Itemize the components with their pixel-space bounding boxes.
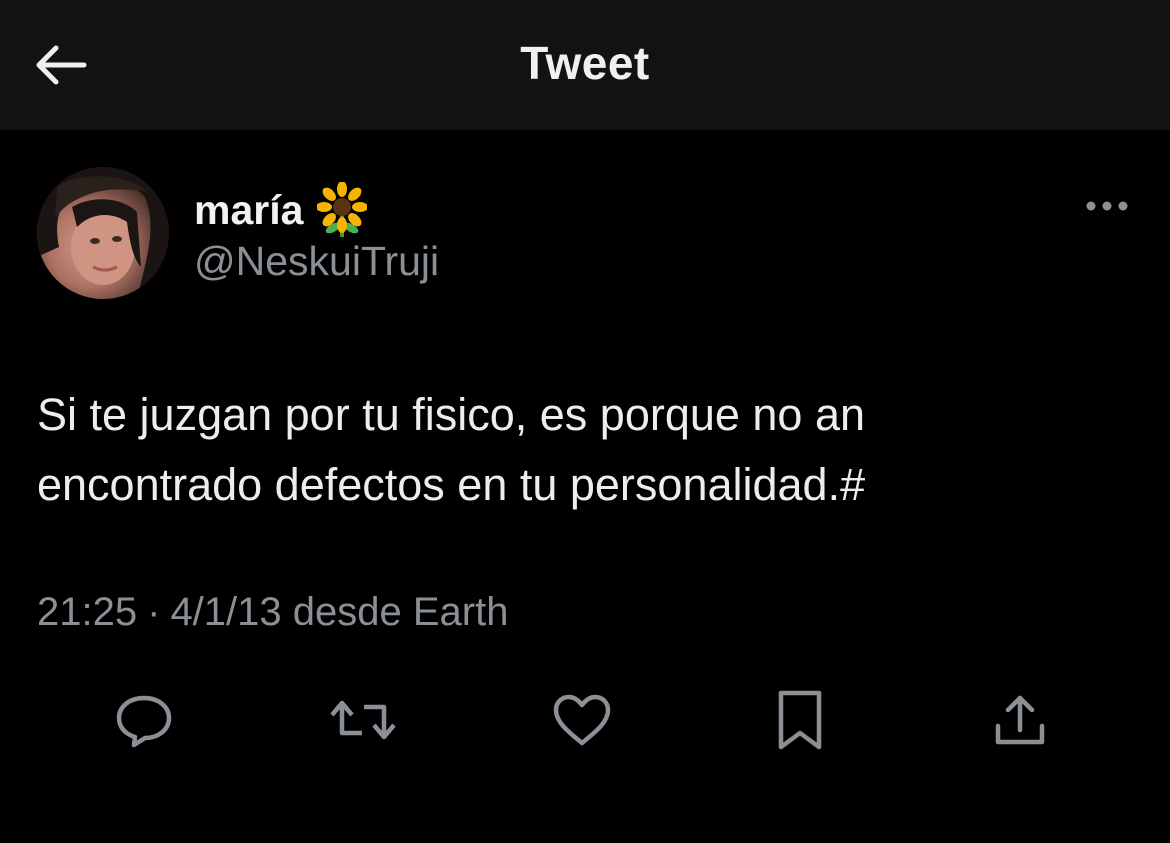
tweet-text: Si te juzgan por tu fisico, es porque no… <box>37 380 1137 520</box>
heart-icon <box>553 694 611 746</box>
tweet-metadata: 21:25 · 4/1/13 desde Earth <box>37 590 508 635</box>
avatar[interactable] <box>37 167 169 299</box>
share-button[interactable] <box>980 680 1060 760</box>
tweet-text-line-2: encontrado defectos en tu personalidad.# <box>37 459 866 510</box>
action-bar <box>0 680 1170 760</box>
tweet-text-line-1: Si te juzgan por tu fisico, es porque no… <box>37 389 866 440</box>
page-title: Tweet <box>520 37 650 89</box>
top-bar: Tweet <box>0 0 1170 130</box>
more-options-button[interactable] <box>1082 190 1132 222</box>
tweet-date-source[interactable]: 4/1/13 desde Earth <box>170 590 508 634</box>
bookmark-button[interactable] <box>760 680 840 760</box>
share-icon <box>995 695 1045 745</box>
retweet-button[interactable] <box>323 680 403 760</box>
sunflower-icon <box>317 182 368 237</box>
like-button[interactable] <box>542 680 622 760</box>
bookmark-icon <box>778 690 822 750</box>
retweet-icon <box>330 700 396 740</box>
more-dots-icon <box>1086 201 1128 211</box>
reply-icon <box>116 695 172 748</box>
meta-separator: · <box>147 590 161 634</box>
author-display-name[interactable]: maría <box>194 182 368 238</box>
author-name-text: maría <box>194 186 304 233</box>
author-handle[interactable]: @NeskuiTruji <box>194 238 439 285</box>
reply-button[interactable] <box>104 680 184 760</box>
tweet-time[interactable]: 21:25 <box>37 590 137 634</box>
avatar-image <box>37 167 169 299</box>
